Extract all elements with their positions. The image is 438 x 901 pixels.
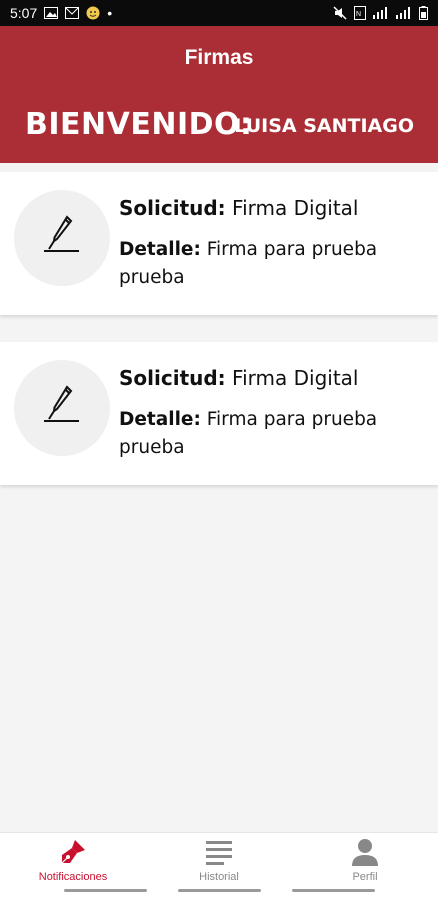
fountain-pen-icon <box>38 382 86 435</box>
status-time: 5:07 <box>10 5 38 21</box>
request-avatar <box>14 360 110 456</box>
gallery-icon <box>44 7 59 19</box>
solicitud-value: Firma Digital <box>232 196 359 220</box>
solicitud-line: Solicitud: Firma Digital <box>119 366 358 390</box>
detalle-line: Detalle: Firma para prueba prueba <box>119 406 419 462</box>
gesture-bar <box>64 889 147 892</box>
solicitud-line: Solicitud: Firma Digital <box>119 196 358 220</box>
battery-icon <box>419 6 428 20</box>
gesture-bar <box>292 889 375 892</box>
nav-label-historial: Historial <box>199 871 239 883</box>
request-avatar <box>14 190 110 286</box>
detalle-label: Detalle: <box>119 409 201 430</box>
wifi-signal-icon <box>373 7 389 19</box>
cell-signal-icon <box>396 7 412 19</box>
app-header: Firmas BIENVENIDO: LUISA SANTIAGO <box>0 26 438 163</box>
svg-text:N: N <box>356 11 361 18</box>
solicitud-label: Solicitud: <box>119 196 226 220</box>
solicitud-label: Solicitud: <box>119 366 226 390</box>
emoji-app-icon <box>86 6 100 20</box>
status-bar: 5:07 • N <box>0 0 438 26</box>
gesture-bar <box>178 889 261 892</box>
detalle-line: Detalle: Firma para prueba prueba <box>119 236 419 292</box>
nav-item-historial[interactable]: Historial <box>146 833 292 889</box>
nav-label-perfil: Perfil <box>352 871 378 883</box>
mail-icon <box>65 7 80 19</box>
solicitud-value: Firma Digital <box>232 366 359 390</box>
nav-label-notificaciones: Notificaciones <box>38 871 108 883</box>
notification-dot: • <box>107 5 113 21</box>
welcome-label: BIENVENIDO: <box>25 107 253 142</box>
nfc-icon: N <box>354 6 366 20</box>
list-lines-icon <box>205 837 233 870</box>
detalle-label: Detalle: <box>119 239 201 260</box>
fountain-pen-icon <box>38 212 86 265</box>
mute-icon <box>333 6 347 20</box>
request-card[interactable]: Solicitud: Firma Digital Detalle: Firma … <box>0 342 438 485</box>
nav-item-notificaciones[interactable]: Notificaciones <box>0 833 146 889</box>
user-name: LUISA SANTIAGO <box>234 115 414 137</box>
person-icon <box>350 837 380 872</box>
nav-item-perfil[interactable]: Perfil <box>292 833 438 889</box>
pen-nib-icon <box>58 837 88 872</box>
page-title: Firmas <box>184 46 254 69</box>
request-card[interactable]: Solicitud: Firma Digital Detalle: Firma … <box>0 172 438 315</box>
